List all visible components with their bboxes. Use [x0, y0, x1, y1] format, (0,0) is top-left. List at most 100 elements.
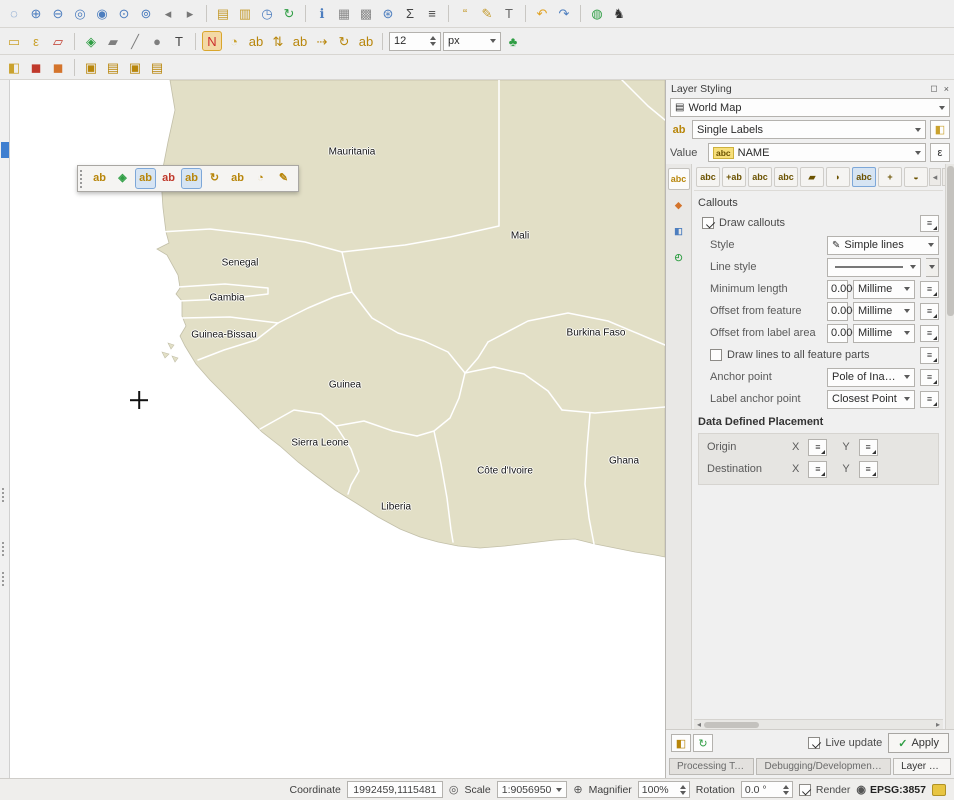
expression-builder-icon[interactable]: ε: [930, 143, 950, 162]
layer-diagram-options-icon[interactable]: ◔: [224, 31, 244, 51]
label-mode-combo[interactable]: Single Labels: [692, 120, 926, 139]
layer-labeling-options-icon[interactable]: N: [202, 31, 222, 51]
metasearch-icon[interactable]: ◍: [587, 4, 607, 24]
callouts-tab[interactable]: abc: [852, 167, 876, 187]
spin-buttons[interactable]: [783, 785, 789, 795]
magnifier-lock-icon[interactable]: ⊕: [573, 783, 582, 796]
destination-x-override-icon[interactable]: ≡: [808, 461, 827, 478]
new-bookmark-icon[interactable]: ▤: [213, 4, 233, 24]
hide-label-button[interactable]: ab: [158, 168, 179, 189]
zoom-native-icon[interactable]: ◉: [92, 4, 112, 24]
stroke-color-icon[interactable]: ◼: [48, 57, 68, 77]
text-annotation-tool-icon[interactable]: T: [169, 31, 189, 51]
value-field-combo[interactable]: abc NAME: [708, 143, 926, 162]
dock-tab-indicator[interactable]: [1, 142, 9, 158]
draw-all-parts-checkbox[interactable]: Draw lines to all feature parts: [710, 349, 869, 361]
style-shortcut-icon[interactable]: ◧: [930, 120, 950, 139]
move-label-icon[interactable]: ⇢: [312, 31, 332, 51]
messages-icon[interactable]: [932, 784, 946, 796]
scroll-left-icon[interactable]: ◂: [694, 720, 704, 729]
undo-icon[interactable]: ↶: [532, 4, 552, 24]
spin-buttons[interactable]: [680, 785, 686, 795]
vertical-scrollbar[interactable]: [945, 164, 954, 729]
pin-unpin-labels-icon[interactable]: ⇅: [268, 31, 288, 51]
change-label-button[interactable]: ab: [227, 168, 248, 189]
label-anchor-point-combo[interactable]: Closest Point: [827, 390, 915, 409]
anchor-point-combo[interactable]: Pole of Inaccessibility: [827, 368, 915, 387]
zoom-layer-icon[interactable]: ⊚: [136, 4, 156, 24]
map-tips-icon[interactable]: “: [455, 4, 475, 24]
new-annotation-layer-icon[interactable]: ◈: [81, 31, 101, 51]
line-style-combo[interactable]: [827, 258, 921, 277]
data-defined-override-icon[interactable]: ≡: [920, 325, 939, 342]
horizontal-scrollbar[interactable]: ◂ ▸: [694, 719, 943, 729]
zoom-last-icon[interactable]: ◂: [158, 4, 178, 24]
origin-y-override-icon[interactable]: ≡: [859, 439, 878, 456]
shadow-tab[interactable]: ◗: [826, 167, 850, 187]
map-canvas[interactable]: MauritaniaMaliSenegalGambiaGuinea-Bissau…: [10, 80, 665, 778]
show-bookmarks-icon[interactable]: ▥: [235, 4, 255, 24]
paste-format-icon[interactable]: ▤: [147, 57, 167, 77]
symbology-tab-icon[interactable]: ◆: [668, 194, 690, 216]
scrollbar-thumb[interactable]: [947, 166, 954, 316]
panel-refresh-icon[interactable]: ↻: [693, 734, 713, 752]
edit-label-button[interactable]: ✎: [273, 168, 294, 189]
labels-tab-icon[interactable]: abc: [668, 168, 690, 190]
polygon-annotation-icon[interactable]: ▰: [103, 31, 123, 51]
offset-from-feature-input[interactable]: 0.000000: [827, 302, 848, 321]
data-defined-override-icon[interactable]: ≡: [920, 281, 939, 298]
mask-format-tab[interactable]: abc: [774, 167, 798, 187]
show-hidden-labels-button[interactable]: ab: [135, 168, 156, 189]
panel-style-menu-icon[interactable]: ◧: [671, 734, 691, 752]
identify-features-icon[interactable]: ℹ: [312, 4, 332, 24]
processing-toolbox-icon[interactable]: ⊛: [378, 4, 398, 24]
dock-tab[interactable]: Layer S...: [893, 758, 951, 775]
offset-from-label-area-input[interactable]: 0.000000: [827, 324, 848, 343]
buffer-tab[interactable]: abc: [748, 167, 772, 187]
font-size-spin-buttons[interactable]: [430, 36, 436, 46]
extent-icon[interactable]: ◎: [449, 783, 459, 796]
rotation-input[interactable]: 0.0 °: [741, 781, 793, 798]
zoom-next-icon[interactable]: ▸: [180, 4, 200, 24]
change-label-icon[interactable]: ab: [356, 31, 376, 51]
highlight-pinned-labels-button[interactable]: ab: [89, 168, 110, 189]
zoom-box-icon[interactable]: ◌: [4, 4, 24, 24]
layer-selector-combo[interactable]: ▤ World Map: [670, 98, 950, 117]
show-hide-labels-icon[interactable]: ab: [290, 31, 310, 51]
dock-tab[interactable]: Debugging/Development ...: [756, 758, 891, 775]
data-defined-override-icon[interactable]: ≡: [920, 369, 939, 386]
minimum-length-unit-combo[interactable]: Millime: [853, 280, 915, 299]
rotate-label-button[interactable]: ↻: [204, 168, 225, 189]
apply-button[interactable]: ✓ Apply: [888, 733, 949, 753]
refresh-map-icon[interactable]: ↻: [279, 4, 299, 24]
marker-annotation-icon[interactable]: ●: [147, 31, 167, 51]
select-by-expression-icon[interactable]: ε: [26, 31, 46, 51]
formatting-tab[interactable]: +ab: [722, 167, 746, 187]
coordinate-input[interactable]: 1992459,1115481: [347, 781, 443, 798]
offset-from-label-area-unit-combo[interactable]: Millime: [853, 324, 915, 343]
pin-unpin-labels-button[interactable]: ◈: [112, 168, 133, 189]
paste-style-icon[interactable]: ▤: [103, 57, 123, 77]
temporal-controller-icon[interactable]: ◷: [257, 4, 277, 24]
view-3d-tab-icon[interactable]: ◴: [668, 246, 690, 268]
copy-style-icon[interactable]: ▣: [81, 57, 101, 77]
text-annotation-icon[interactable]: T: [499, 4, 519, 24]
data-defined-override-icon[interactable]: ≡: [920, 303, 939, 320]
tabs-scroll-left-icon[interactable]: ◂: [929, 168, 941, 186]
data-defined-override-icon[interactable]: ≡: [920, 215, 939, 232]
panel-handle-icon[interactable]: [2, 488, 8, 502]
attribute-table-icon[interactable]: ▦: [334, 4, 354, 24]
callout-style-combo[interactable]: ✎ Simple lines: [827, 236, 939, 255]
scroll-right-icon[interactable]: ▸: [933, 720, 943, 729]
zoom-selection-icon[interactable]: ⊙: [114, 4, 134, 24]
placement-tab[interactable]: +: [878, 167, 902, 187]
rendering-tab[interactable]: ◒: [904, 167, 928, 187]
offset-from-feature-unit-combo[interactable]: Millime: [853, 302, 915, 321]
zoom-full-icon[interactable]: ◎: [70, 4, 90, 24]
statistics-icon[interactable]: Σ: [400, 4, 420, 24]
move-label-button[interactable]: ab: [181, 168, 202, 189]
redo-icon[interactable]: ↷: [554, 4, 574, 24]
live-update-checkbox[interactable]: Live update: [808, 737, 882, 749]
minimum-length-input[interactable]: 0.000000: [827, 280, 848, 299]
zoom-in-icon[interactable]: ⊕: [26, 4, 46, 24]
